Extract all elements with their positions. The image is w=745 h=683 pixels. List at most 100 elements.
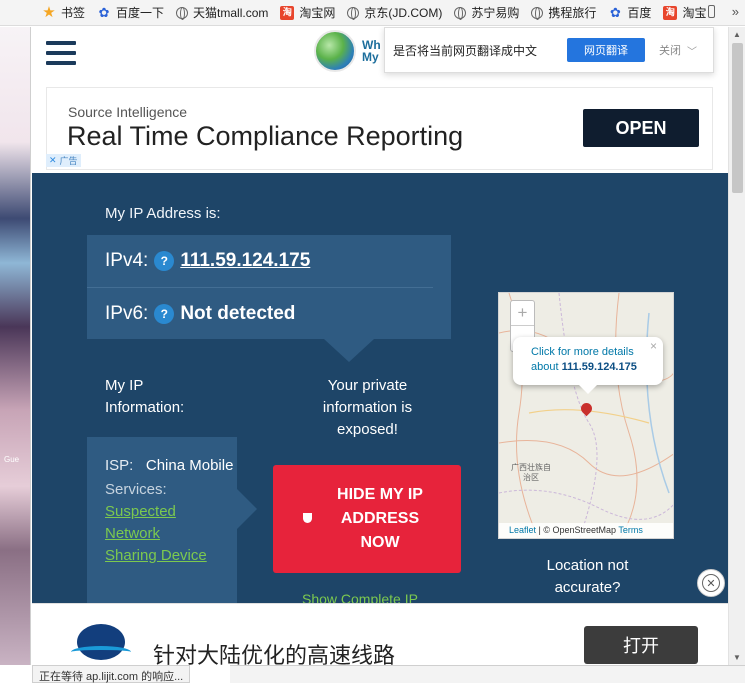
site-logo-text[interactable]: Wh My <box>362 39 381 63</box>
leaflet-link[interactable]: Leaflet <box>509 525 536 535</box>
site-logo-globe-icon[interactable] <box>314 30 356 72</box>
popup-line-1: Click for more details <box>531 346 634 358</box>
ip-address-box: IPv4: ? 111.59.124.175 IPv6: ? Not detec… <box>87 235 451 339</box>
translate-button[interactable]: 网页翻译 <box>567 38 645 62</box>
bookmark-label: 京东(JD.COM) <box>364 6 443 20</box>
bookmark-label: 天猫tmall.com <box>193 6 269 20</box>
bookmark-label: 百度 <box>627 6 652 20</box>
top-ad-banner[interactable]: Source Intelligence Real Time Compliance… <box>46 87 713 170</box>
bookmark-baidu-search[interactable]: ✿ 百度一下 <box>97 4 164 21</box>
popup-tip <box>579 385 597 394</box>
mobile-icon[interactable] <box>708 5 715 18</box>
hide-my-ip-label: HIDE MY IP ADDRESS NOW <box>337 486 423 551</box>
ip-info-panel: My IP Address is: IPv4: ? 111.59.124.175… <box>32 173 728 603</box>
shield-icon <box>303 513 312 523</box>
ipv6-label: IPv6: <box>105 302 149 324</box>
my-ip-title: My IP Address is: <box>105 205 221 222</box>
close-icon: ✕ <box>702 574 720 592</box>
bookmark-suning[interactable]: 苏宁易购 <box>454 4 519 21</box>
ip-box-pointer <box>324 339 374 362</box>
bookmark-label: 苏宁易购 <box>471 6 520 20</box>
bookmark-taobao-2[interactable]: 淘淘宝 <box>663 4 706 21</box>
service-link-network[interactable]: Network <box>105 523 237 545</box>
services-key: Services: <box>105 481 167 498</box>
hide-my-ip-button[interactable]: HIDE MY IP ADDRESS NOW <box>273 465 461 573</box>
web-page: Wh My 是否将当前网页翻译成中文 网页翻译 关闭 ﹀ Source Inte… <box>32 27 728 665</box>
bookmark-label: 书签 <box>61 6 86 20</box>
zoom-in-button[interactable]: + <box>511 301 534 326</box>
popup-prefix: about <box>531 361 559 373</box>
map-region-label: 广西壮族自治区 <box>511 463 551 482</box>
help-icon[interactable]: ? <box>154 303 175 324</box>
bottom-ad-banner[interactable]: 针对大陆优化的高速线路 打开 <box>32 603 728 665</box>
isp-box-pointer <box>237 489 257 529</box>
star-icon: ★ <box>42 4 56 21</box>
scroll-up-arrow-icon[interactable]: ▲ <box>733 30 741 39</box>
ipv4-row: IPv4: ? 111.59.124.175 <box>105 235 310 287</box>
isp-row: ISP: China Mobile <box>105 455 237 477</box>
scroll-down-arrow-icon[interactable]: ▼ <box>733 653 741 662</box>
logo-text-line-2: My <box>362 50 379 64</box>
map-popup[interactable]: × Click for more details about 111.59.12… <box>513 337 663 385</box>
translate-prompt: 是否将当前网页翻译成中文 网页翻译 关闭 ﹀ <box>384 27 714 73</box>
ipv4-value[interactable]: 111.59.124.175 <box>180 250 310 272</box>
ipv6-row: IPv6: ? Not detected <box>87 287 433 339</box>
privacy-warning-text: Your private information is exposed! <box>322 377 413 438</box>
bookmark-tmall[interactable]: 天猫tmall.com <box>176 4 268 21</box>
bookmarks-bar: ★ 书签 ✿ 百度一下 天猫tmall.com 淘淘宝网 京东(JD.COM) 苏宁… <box>0 0 745 26</box>
osm-credit: | © OpenStreetMap <box>538 525 617 535</box>
bookmark-ctrip[interactable]: 携程旅行 <box>531 4 596 21</box>
globe-icon <box>347 6 360 20</box>
service-link-sharing-device[interactable]: Sharing Device <box>105 545 237 567</box>
more-bookmarks-button[interactable]: » <box>732 4 739 19</box>
bookmark-label: 百度一下 <box>116 6 165 20</box>
baidu-icon: ✿ <box>609 5 621 20</box>
location-map[interactable]: + − × Click for more details about 111.5… <box>498 292 674 539</box>
bookmark-label: 携程旅行 <box>548 6 597 20</box>
bookmark-label: 淘宝网 <box>299 6 336 20</box>
isp-info-box: ISP: China Mobile Services: Suspected Ne… <box>87 437 237 603</box>
isp-value: China Mobile <box>145 457 234 474</box>
scroll-thumb[interactable] <box>732 43 743 193</box>
ad-open-button[interactable]: OPEN <box>583 109 699 147</box>
bottom-ad-text: 针对大陆优化的高速线路 <box>153 643 396 665</box>
taobao-icon: 淘 <box>280 5 295 20</box>
page-scrollbar[interactable]: ▲ ▼ <box>728 27 745 665</box>
menu-icon[interactable] <box>46 41 76 65</box>
globe-icon <box>531 6 544 20</box>
isp-key: ISP: <box>105 457 134 474</box>
service-link-suspected[interactable]: Suspected <box>105 501 237 523</box>
show-complete-ip-link[interactable]: Show Complete IP <box>302 591 418 603</box>
ad-choice-badge[interactable]: ✕ 广告 <box>46 154 81 167</box>
bookmark-bookmarks[interactable]: ★ 书签 <box>42 4 85 21</box>
side-illustration: Gue <box>0 27 31 665</box>
bookmark-label: 淘宝 <box>682 6 707 20</box>
ipv6-value: Not detected <box>180 302 296 324</box>
bottom-ad-open-button[interactable]: 打开 <box>584 626 698 664</box>
bookmark-jd[interactable]: 京东(JD.COM) <box>347 4 442 21</box>
baidu-icon: ✿ <box>98 5 110 20</box>
chevron-down-icon[interactable]: ﹀ <box>687 43 697 58</box>
bookmark-baidu[interactable]: ✿ 百度 <box>608 4 651 21</box>
globe-icon <box>454 6 467 20</box>
ad-choice-label: 广告 <box>59 156 78 166</box>
terms-link[interactable]: Terms <box>618 525 643 535</box>
help-icon[interactable]: ? <box>154 251 175 271</box>
ipv4-label: IPv4: <box>105 250 149 271</box>
map-attribution: Leaflet | © OpenStreetMap Terms <box>499 523 673 538</box>
taobao-icon: 淘 <box>663 5 678 20</box>
ad-logo-icon <box>69 624 135 665</box>
globe-icon <box>176 6 189 20</box>
close-ad-button[interactable]: ✕ <box>697 569 725 597</box>
location-not-accurate-link[interactable]: Location not accurate? <box>520 555 655 599</box>
ip-information-label: My IP Information: <box>105 377 185 416</box>
status-bar: 正在等待 ap.lijit.com 的响应... <box>32 665 191 683</box>
side-illustration-text: Gue <box>4 455 20 464</box>
bookmark-taobao[interactable]: 淘淘宝网 <box>280 4 335 21</box>
ad-headline: Real Time Compliance Reporting <box>67 121 464 151</box>
popup-close-button[interactable]: × <box>650 339 657 354</box>
translate-close-button[interactable]: 关闭 <box>659 42 681 58</box>
close-icon[interactable]: ✕ <box>49 155 57 166</box>
ad-subtitle: Source Intelligence <box>68 104 188 120</box>
status-bar-background <box>230 665 745 683</box>
